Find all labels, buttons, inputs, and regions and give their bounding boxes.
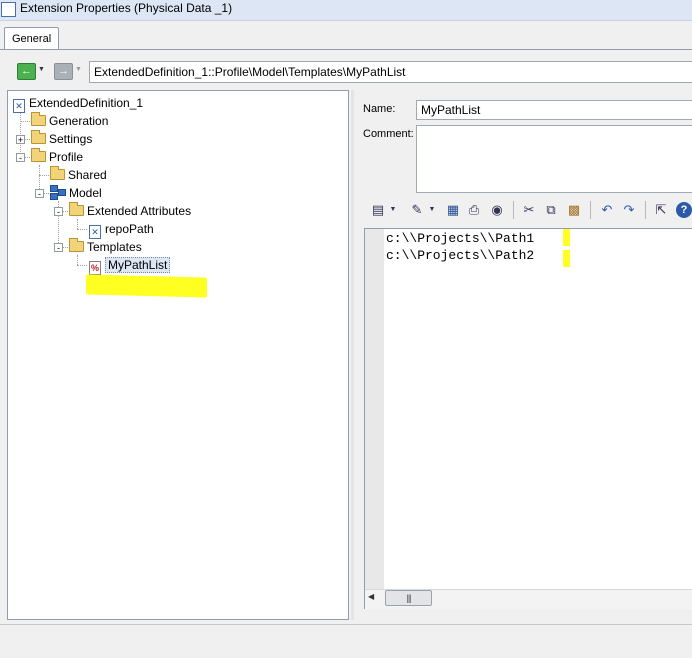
highlight-mark (563, 229, 570, 246)
tree-label: ExtendedDefinition_1 (29, 96, 144, 110)
insert-menu-icon[interactable]: ✎ (409, 202, 425, 218)
window-title: Extension Properties (Physical Data _1) (20, 1, 233, 15)
tree-label: Settings (49, 132, 93, 146)
toolbar-separator (513, 201, 514, 219)
cut-icon[interactable]: ✂ (521, 202, 537, 218)
tree-label: Model (69, 186, 102, 200)
folder-icon (31, 112, 46, 126)
tree-item-extended-attributes[interactable]: Extended Attributes (69, 202, 191, 220)
dropdown-arrow-icon[interactable]: ▼ (424, 202, 440, 218)
tree-item-profile[interactable]: Profile (31, 148, 83, 166)
folder-icon (31, 148, 46, 162)
highlight-mark (86, 274, 207, 298)
redo-icon[interactable]: ↷ (621, 202, 637, 218)
tree-item-generation[interactable]: Generation (31, 112, 108, 130)
tree-connector (77, 219, 78, 229)
code-line[interactable]: c:\\Projects\\Path2 (386, 247, 534, 264)
path-field[interactable]: ExtendedDefinition_1::Profile\Model\Temp… (89, 61, 692, 83)
scroll-left-icon[interactable]: ◀ (368, 592, 374, 601)
comment-label: Comment: (363, 128, 414, 140)
tree-item-templates[interactable]: Templates (69, 238, 142, 256)
name-label: Name: (363, 103, 396, 115)
toolbar-separator (590, 201, 591, 219)
print-icon[interactable]: ⎙ (466, 202, 482, 218)
tree-panel: ✕ ExtendedDefinition_1 Generation + Setti… (7, 90, 349, 620)
tree-item-model[interactable]: Model (50, 184, 102, 202)
tree-label: Extended Attributes (87, 204, 192, 218)
name-field[interactable]: MyPathList (416, 100, 692, 120)
tree-connector (20, 110, 21, 158)
open-editor-icon[interactable]: ⇱ (653, 202, 669, 218)
tab-general[interactable]: General (4, 27, 60, 50)
tree-connector (77, 255, 78, 265)
editor-toolbar: ▤ ▼ ✎ ▼ ▦ ⎙ ◉ ✂ ⧉ ▩ ↶ ↷ ⇱ ? (365, 198, 692, 224)
collapse-icon[interactable]: - (54, 207, 63, 217)
extension-icon (1, 2, 16, 17)
tree-label: repoPath (105, 222, 154, 236)
tree-root[interactable]: ✕ ExtendedDefinition_1 (13, 94, 144, 113)
forward-arrow-icon[interactable]: → (54, 63, 73, 80)
scrollbar-thumb[interactable]: ||| (385, 590, 432, 606)
collapse-icon[interactable]: - (35, 189, 44, 199)
dropdown-arrow-icon[interactable]: ▼ (385, 202, 401, 218)
tree-label-selected: MyPathList (105, 257, 171, 273)
copy-icon[interactable]: ⧉ (543, 202, 559, 218)
tab-divider (0, 49, 692, 50)
tree-connector (77, 265, 87, 266)
tree-connector (20, 121, 30, 122)
folder-icon (31, 130, 46, 144)
help-icon[interactable]: ? (676, 202, 692, 218)
tree-connector (63, 211, 68, 212)
tree-item-shared[interactable]: Shared (50, 166, 107, 184)
template-icon: % (89, 261, 101, 275)
tree-item-mypathlist[interactable]: % MyPathList (89, 256, 171, 275)
code-line[interactable]: c:\\Projects\\Path1 (386, 230, 534, 247)
forward-dropdown-icon[interactable]: ▼ (75, 66, 82, 73)
save-icon[interactable]: ▦ (445, 202, 461, 218)
editor-gutter (365, 229, 384, 589)
template-editor[interactable] (364, 228, 692, 609)
back-arrow-icon[interactable]: ← (17, 63, 36, 80)
tree-connector (63, 247, 68, 248)
tree-connector (25, 139, 30, 140)
find-icon[interactable]: ◉ (489, 202, 505, 218)
paste-icon[interactable]: ▩ (566, 202, 582, 218)
tree-label: Profile (49, 150, 84, 164)
undo-icon[interactable]: ↶ (599, 202, 615, 218)
tree-item-repopath[interactable]: ✕ repoPath (89, 220, 154, 239)
collapse-icon[interactable]: - (54, 243, 63, 253)
tree-label: Generation (49, 114, 109, 128)
editor-menu-icon[interactable]: ▤ (370, 202, 386, 218)
tree-item-settings[interactable]: Settings (31, 130, 92, 148)
comment-field[interactable] (416, 125, 692, 193)
extended-attribute-icon: ✕ (89, 225, 101, 239)
expand-icon[interactable]: + (16, 135, 25, 145)
highlight-mark (563, 250, 570, 267)
toolbar-separator (645, 201, 646, 219)
panel-splitter[interactable] (351, 90, 354, 620)
tree-connector (77, 229, 87, 230)
folder-icon (50, 166, 65, 180)
model-icon (50, 185, 66, 200)
tree-label: Templates (87, 240, 142, 254)
tree-connector (39, 175, 49, 176)
extension-icon: ✕ (13, 99, 25, 113)
back-dropdown-icon[interactable]: ▼ (38, 66, 45, 73)
folder-icon (69, 238, 84, 252)
folder-icon (69, 202, 84, 216)
tree-label: Shared (68, 168, 107, 182)
tree-connector (44, 193, 49, 194)
tree-connector (25, 157, 30, 158)
collapse-icon[interactable]: - (16, 153, 25, 163)
bottom-divider (0, 624, 692, 625)
